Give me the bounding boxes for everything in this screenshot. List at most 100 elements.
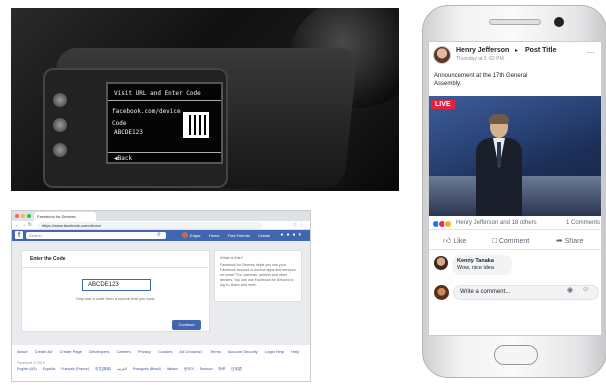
footer-link[interactable]: About — [17, 349, 27, 354]
facebook-top-bar: f Search ⚲ Edgar Home Find Friends Creat… — [12, 230, 310, 241]
footer-link[interactable]: Privacy — [138, 349, 151, 354]
share-label: Share — [564, 238, 584, 245]
footer-link[interactable]: Careers — [116, 349, 130, 354]
post-author[interactable]: Henry Jefferson — [456, 47, 509, 54]
info-heading: What is this? — [220, 255, 243, 260]
like-button[interactable]: 👍︎ Like — [443, 236, 466, 246]
language-link[interactable]: Español — [43, 367, 56, 371]
footer-link[interactable]: Terms — [210, 349, 221, 354]
divider — [108, 152, 221, 153]
info-text: Facebook for Devices helps you use your … — [220, 263, 296, 287]
continue-button[interactable]: Continue — [172, 320, 201, 330]
nav-create[interactable]: Create — [258, 233, 270, 238]
code-hint: Only use a code from a source that you t… — [75, 296, 156, 301]
nav-user[interactable]: Edgar — [190, 233, 201, 238]
card-title: Enter the Code — [22, 251, 209, 268]
language-link[interactable]: Português (Brasil) — [133, 367, 161, 371]
share-icon: ➦ — [556, 236, 563, 245]
footer-link[interactable]: Login Help — [265, 349, 284, 354]
thumbs-up-icon: 👍︎ — [443, 236, 452, 245]
camera-back-button[interactable]: ◀Back — [114, 155, 132, 162]
tab-bar: Facebook for Devices — [12, 211, 310, 221]
comment-item: Kenny Tanaka Wow, nice idea — [429, 254, 601, 278]
share-button[interactable]: ➦ Share — [556, 236, 583, 245]
language-link[interactable]: العربية — [117, 367, 127, 371]
comment-input[interactable]: Write a comment... — [453, 285, 599, 300]
language-link[interactable]: हिन्दी — [219, 367, 226, 371]
minimize-window-icon[interactable] — [21, 214, 25, 218]
language-link[interactable]: Deutsch — [200, 367, 213, 371]
write-comment-row: Write a comment... ◉ ☺ — [429, 283, 601, 303]
language-link[interactable]: English (US) — [17, 367, 37, 371]
footer-link[interactable]: Create Page — [60, 349, 82, 354]
avatar[interactable] — [182, 232, 188, 238]
footer-link[interactable]: Help — [291, 349, 299, 354]
post-body: Announcement at the 17th General Assembl… — [434, 73, 528, 87]
footer-link[interactable]: Developers — [89, 349, 109, 354]
browser-toolbar-icons[interactable]: ☆⋮ — [293, 222, 306, 228]
camera-lcd: Visit URL and Enter Code facebook.com/de… — [106, 82, 223, 164]
arrow-right-icon: ▸ — [515, 48, 519, 54]
reaction-icons[interactable] — [432, 220, 454, 228]
like-label: Like — [453, 238, 467, 245]
comments-count[interactable]: 1 Comments — [566, 220, 600, 226]
comment-label: Comment — [498, 238, 530, 245]
facebook-nav: Edgar Home Find Friends Create — [190, 233, 277, 238]
reactions-summary[interactable]: Henry Jefferson and 18 others — [456, 220, 537, 226]
front-camera — [554, 17, 564, 27]
footer-links: About Create Ad Create Page Developers C… — [17, 349, 305, 354]
camera-button — [53, 118, 67, 132]
comment-bubble: Kenny Tanaka Wow, nice idea — [452, 255, 512, 275]
code-input[interactable]: ABCDE123 — [82, 279, 151, 291]
language-link[interactable]: 日本語 — [231, 367, 242, 371]
footer: About Create Ad Create Page Developers C… — [12, 345, 310, 381]
language-link[interactable]: 한국어 — [184, 367, 194, 371]
footer-link[interactable]: Cookies — [158, 349, 172, 354]
facebook-search-input[interactable]: Search — [26, 232, 166, 239]
post-timestamp: Thursday at 3 :02 PM · — [456, 56, 507, 62]
reactions-bar: Henry Jefferson and 18 others 1 Comments — [429, 218, 601, 230]
camera-code-label: Code — [112, 120, 127, 127]
home-button[interactable] — [494, 345, 538, 365]
close-window-icon[interactable] — [15, 214, 19, 218]
camera-code-value: ABCDE123 — [114, 129, 143, 136]
language-link[interactable]: Français (France) — [61, 367, 89, 371]
speaker-figure — [474, 114, 524, 216]
nav-arrows-icon[interactable]: ← → ↻ — [15, 222, 32, 228]
address-bar-row: ← → ↻ https://www.facebook.com/device ☆⋮ — [12, 221, 310, 230]
browser-window: Facebook for Devices ← → ↻ https://www.f… — [11, 210, 311, 382]
post-title[interactable]: Post Title — [525, 47, 556, 54]
qr-code-icon — [183, 112, 209, 138]
language-link[interactable]: 中文(简体) — [95, 367, 111, 371]
language-link[interactable]: Italiano — [167, 367, 178, 371]
live-badge: LIVE — [431, 100, 455, 109]
sticker-icon[interactable]: ☺ — [582, 286, 589, 293]
post-actions: 👍︎ Like □ Comment ➦ Share — [429, 232, 601, 250]
nav-home[interactable]: Home — [209, 233, 220, 238]
comment-button[interactable]: □ Comment — [492, 236, 529, 245]
maximize-window-icon[interactable] — [27, 214, 31, 218]
camera-url: facebook.com/device — [112, 108, 181, 115]
comment-icon: □ — [492, 236, 497, 245]
facebook-logo-icon[interactable]: f — [15, 231, 23, 239]
live-video[interactable]: LIVE — [429, 96, 601, 216]
info-panel: What is this? Facebook for Devices helps… — [214, 250, 302, 302]
footer-link[interactable]: Account Security — [228, 349, 258, 354]
address-bar[interactable]: https://www.facebook.com/device — [38, 222, 263, 229]
camera-screen-title: Visit URL and Enter Code — [114, 90, 201, 97]
more-options-icon[interactable]: ··· — [587, 48, 595, 57]
copyright: Facebook © 2019 — [17, 361, 45, 365]
commenter-name[interactable]: Kenny Tanaka — [457, 258, 507, 264]
browser-tab[interactable]: Facebook for Devices — [34, 212, 96, 221]
avatar[interactable] — [433, 46, 451, 64]
camera-photo: Visit URL and Enter Code facebook.com/de… — [11, 8, 399, 191]
search-icon[interactable]: ⚲ — [157, 232, 161, 238]
camera-icon[interactable]: ◉ — [567, 286, 573, 294]
haha-reaction-icon — [444, 220, 452, 228]
notification-icons[interactable]: ●●●▾ — [280, 232, 304, 238]
nav-find-friends[interactable]: Find Friends — [228, 233, 250, 238]
footer-link[interactable]: Ad Choices▷ — [179, 349, 203, 354]
avatar — [434, 285, 449, 300]
footer-link[interactable]: Create Ad — [35, 349, 53, 354]
avatar[interactable] — [434, 256, 448, 270]
